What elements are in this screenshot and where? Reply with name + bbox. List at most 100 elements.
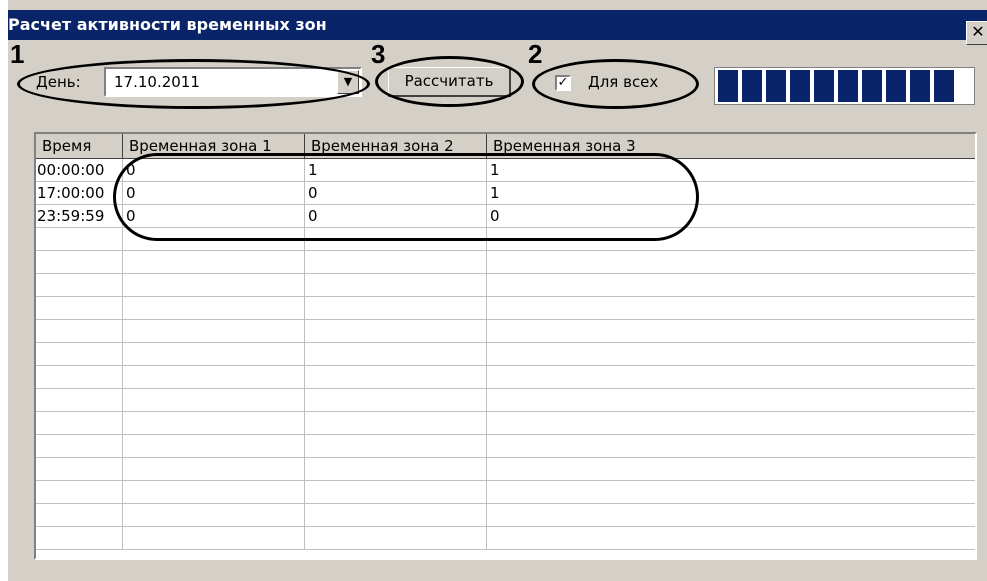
close-icon: ✕ xyxy=(971,22,985,41)
day-label: День: xyxy=(36,73,81,91)
progress-segment xyxy=(814,70,834,102)
table-cell[interactable] xyxy=(36,320,123,343)
table-cell[interactable] xyxy=(123,504,305,527)
table-cell[interactable] xyxy=(123,297,305,320)
table-cell[interactable] xyxy=(36,228,123,251)
progress-segment xyxy=(718,70,738,102)
table-cell[interactable] xyxy=(123,343,305,366)
table-cell[interactable]: 17:00:00 xyxy=(36,182,123,205)
table-cell[interactable] xyxy=(36,251,123,274)
calculate-button[interactable]: Рассчитать xyxy=(388,67,511,97)
annotation-2: 2 xyxy=(528,39,543,69)
progress-segment xyxy=(862,70,882,102)
table-cell[interactable] xyxy=(123,481,305,504)
table-cell[interactable] xyxy=(487,435,975,458)
table-cell[interactable] xyxy=(305,412,487,435)
table-cell[interactable] xyxy=(36,527,123,550)
table-cell[interactable] xyxy=(123,251,305,274)
column-header[interactable]: Временная зона 1 xyxy=(123,134,305,159)
table-cell[interactable] xyxy=(123,274,305,297)
table-cell[interactable]: 0 xyxy=(123,182,305,205)
table-cell[interactable] xyxy=(36,274,123,297)
table-cell[interactable] xyxy=(305,228,487,251)
table-cell[interactable] xyxy=(487,251,975,274)
table-cell[interactable]: 0 xyxy=(123,159,305,182)
table-cell[interactable] xyxy=(123,320,305,343)
table-cell[interactable] xyxy=(36,343,123,366)
dropdown-arrow-icon[interactable]: ▼ xyxy=(337,70,359,94)
table-cell[interactable] xyxy=(305,504,487,527)
table-cell[interactable]: 1 xyxy=(487,159,975,182)
table-cell[interactable] xyxy=(36,435,123,458)
table-cell[interactable] xyxy=(487,389,975,412)
table-cell[interactable] xyxy=(36,481,123,504)
table-cell[interactable] xyxy=(305,343,487,366)
table-cell[interactable] xyxy=(36,504,123,527)
calc-window: Расчет активности временных зон ✕ 1 2 3 … xyxy=(0,0,987,581)
table-cell[interactable]: 0 xyxy=(123,205,305,228)
left-edge xyxy=(0,0,8,581)
table-cell[interactable] xyxy=(305,435,487,458)
table-cell[interactable]: 23:59:59 xyxy=(36,205,123,228)
annotation-3: 3 xyxy=(371,39,386,69)
table-cell[interactable] xyxy=(487,527,975,550)
table-cell[interactable] xyxy=(123,366,305,389)
table-cell[interactable] xyxy=(123,412,305,435)
column-header[interactable]: Временная зона 2 xyxy=(305,134,487,159)
checkmark-icon: ✓ xyxy=(557,75,569,90)
table-cell[interactable]: 1 xyxy=(487,182,975,205)
table-cell[interactable] xyxy=(123,458,305,481)
day-value: 17.10.2011 xyxy=(114,73,200,91)
table-cell[interactable] xyxy=(487,504,975,527)
close-button[interactable]: ✕ xyxy=(966,21,987,45)
column-header[interactable]: Время xyxy=(36,134,123,159)
progress-segment xyxy=(742,70,762,102)
title-bar: Расчет активности временных зон ✕ xyxy=(8,10,987,45)
table-cell[interactable] xyxy=(305,251,487,274)
progress-segment xyxy=(934,70,954,102)
table-cell[interactable] xyxy=(123,389,305,412)
table-cell[interactable] xyxy=(305,320,487,343)
table-cell[interactable] xyxy=(305,366,487,389)
progress-bar xyxy=(714,67,975,105)
for-all-checkbox[interactable]: ✓ xyxy=(555,75,571,91)
table-cell[interactable] xyxy=(123,527,305,550)
for-all-label: Для всех xyxy=(588,73,659,91)
table-cell[interactable] xyxy=(305,458,487,481)
table-cell[interactable] xyxy=(487,481,975,504)
table-cell[interactable] xyxy=(487,274,975,297)
table-cell[interactable] xyxy=(36,297,123,320)
table-cell[interactable]: 0 xyxy=(305,182,487,205)
table-cell[interactable] xyxy=(36,366,123,389)
table-cell[interactable]: 00:00:00 xyxy=(36,159,123,182)
table-cell[interactable] xyxy=(305,527,487,550)
table-cell[interactable]: 0 xyxy=(305,205,487,228)
table-cell[interactable] xyxy=(123,435,305,458)
table-cell[interactable] xyxy=(487,412,975,435)
table-cell[interactable]: 0 xyxy=(487,205,975,228)
table-cell[interactable] xyxy=(487,366,975,389)
progress-segment xyxy=(886,70,906,102)
table-cell[interactable] xyxy=(123,228,305,251)
table-cell[interactable] xyxy=(487,297,975,320)
table-cell[interactable] xyxy=(487,343,975,366)
progress-segment xyxy=(838,70,858,102)
table-cell[interactable] xyxy=(487,458,975,481)
time-zone-table[interactable]: Время Временная зона 1 Временная зона 2 Вре… xyxy=(34,132,977,560)
window-title: Расчет активности временных зон xyxy=(8,15,327,34)
progress-segment xyxy=(910,70,930,102)
table-cell[interactable] xyxy=(487,228,975,251)
table-cell[interactable]: 1 xyxy=(305,159,487,182)
table-cell[interactable] xyxy=(36,458,123,481)
table-cell[interactable] xyxy=(305,481,487,504)
table-cell[interactable] xyxy=(36,412,123,435)
table-cell[interactable] xyxy=(305,389,487,412)
day-combobox[interactable]: 17.10.2011 ▼ xyxy=(104,67,362,97)
table-cell[interactable] xyxy=(487,320,975,343)
table-cell[interactable] xyxy=(305,274,487,297)
table-cell[interactable] xyxy=(305,297,487,320)
annotation-1: 1 xyxy=(10,39,25,69)
table-cell[interactable] xyxy=(36,389,123,412)
progress-segment xyxy=(790,70,810,102)
column-header[interactable]: Временная зона 3 xyxy=(487,134,975,159)
